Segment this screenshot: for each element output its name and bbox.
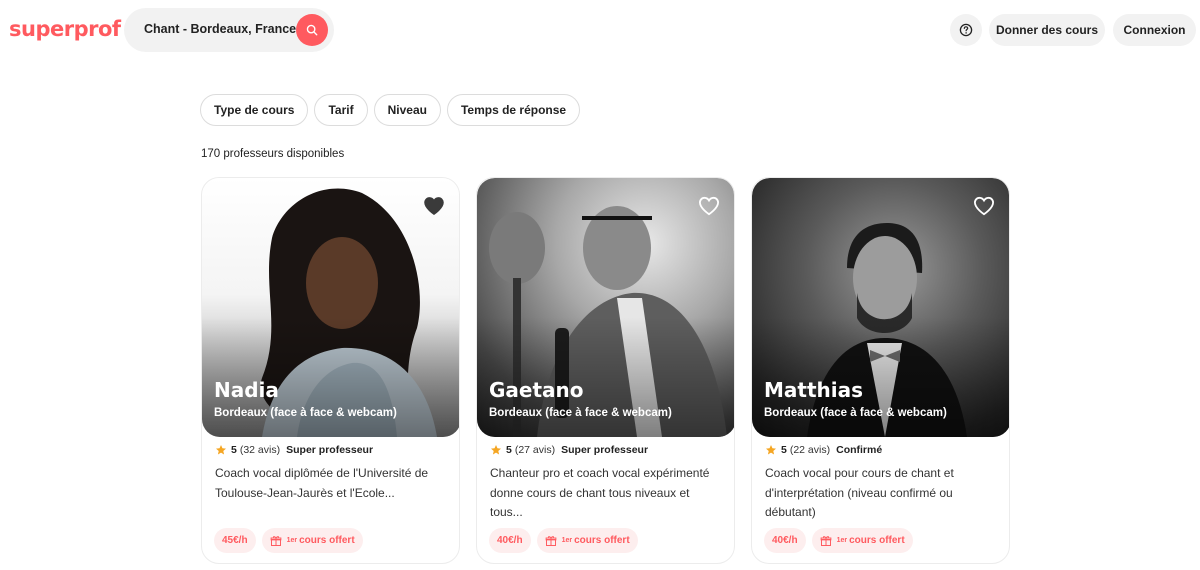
teacher-name: Nadia <box>214 378 279 402</box>
filter-price[interactable]: Tarif <box>314 94 368 126</box>
teacher-badge: Super professeur <box>286 444 374 456</box>
price-tag: 45€/h <box>214 528 256 553</box>
review-count: (32 avis) <box>239 444 281 456</box>
teacher-badge: Confirmé <box>836 444 883 456</box>
price-tag: 40€/h <box>764 528 806 553</box>
offer-label: cours offert <box>849 535 905 546</box>
teacher-card-gaetano[interactable]: Gaetano Bordeaux (face à face & webcam) … <box>476 177 735 564</box>
rating-score: 5 <box>506 444 512 456</box>
offer-label: cours offert <box>299 535 355 546</box>
superprof-logo[interactable]: superprof <box>9 17 121 41</box>
offer-label: cours offert <box>574 535 630 546</box>
star-icon <box>216 445 226 455</box>
search-input[interactable]: Chant - Bordeaux, France <box>144 22 296 36</box>
first-lesson-free-tag: 1er cours offert <box>811 528 913 553</box>
teacher-badge: Super professeur <box>561 444 649 456</box>
filter-level[interactable]: Niveau <box>373 94 441 126</box>
first-lesson-free-tag: 1er cours offert <box>536 528 638 553</box>
teacher-location: Bordeaux (face à face & webcam) <box>214 407 397 419</box>
search-icon <box>306 24 318 36</box>
review-count: (27 avis) <box>514 444 556 456</box>
search-bar[interactable]: Chant - Bordeaux, France <box>124 8 334 52</box>
filter-response-time[interactable]: Temps de réponse <box>446 94 581 126</box>
teacher-card-nadia[interactable]: Nadia Bordeaux (face à face & webcam) 5 … <box>201 177 460 564</box>
help-button[interactable] <box>950 14 982 46</box>
teacher-tags: 45€/h 1er cours offert <box>214 528 363 553</box>
rating-score: 5 <box>781 444 787 456</box>
help-icon <box>959 23 973 37</box>
teacher-description: Coach vocal pour cours de chant et d'int… <box>765 466 954 519</box>
teacher-rating: 5 (32 avis) Super professeur <box>215 444 373 456</box>
star-icon <box>491 445 501 455</box>
first-lesson-free-tag: 1er cours offert <box>261 528 363 553</box>
gift-icon <box>545 535 556 546</box>
teacher-card-matthias[interactable]: Matthias Bordeaux (face à face & webcam)… <box>751 177 1010 564</box>
teacher-rating: 5 (27 avis) Super professeur <box>490 444 648 456</box>
login-button[interactable]: Connexion <box>1113 14 1196 46</box>
filter-bar: Type de cours Tarif Niveau Temps de répo… <box>200 94 581 126</box>
teacher-rating: 5 (22 avis) Confirmé <box>765 444 882 456</box>
gift-icon <box>820 535 831 546</box>
top-header: superprof Chant - Bordeaux, France Donne… <box>0 0 1200 62</box>
filter-course-type[interactable]: Type de cours <box>200 94 309 126</box>
photo-overlay <box>477 317 734 437</box>
teacher-tags: 40€/h 1er cours offert <box>489 528 638 553</box>
teacher-name: Matthias <box>764 378 864 402</box>
teacher-description: Coach vocal diplômée de l'Université de … <box>215 466 429 500</box>
heart-icon[interactable] <box>973 196 995 216</box>
results-count: 170 professeurs disponibles <box>201 148 345 160</box>
teacher-location: Bordeaux (face à face & webcam) <box>764 407 947 419</box>
photo-overlay <box>752 317 1009 437</box>
heart-icon[interactable] <box>698 196 720 216</box>
review-count: (22 avis) <box>789 444 831 456</box>
teacher-tags: 40€/h 1er cours offert <box>764 528 913 553</box>
teacher-location: Bordeaux (face à face & webcam) <box>489 407 672 419</box>
teacher-description: Chanteur pro et coach vocal expérimenté … <box>490 466 710 519</box>
give-lessons-button[interactable]: Donner des cours <box>989 14 1105 46</box>
search-button[interactable] <box>296 14 328 46</box>
rating-score: 5 <box>231 444 237 456</box>
star-icon <box>766 445 776 455</box>
gift-icon <box>270 535 281 546</box>
teacher-name: Gaetano <box>489 378 584 402</box>
heart-icon[interactable] <box>423 196 445 216</box>
photo-overlay <box>202 317 459 437</box>
price-tag: 40€/h <box>489 528 531 553</box>
